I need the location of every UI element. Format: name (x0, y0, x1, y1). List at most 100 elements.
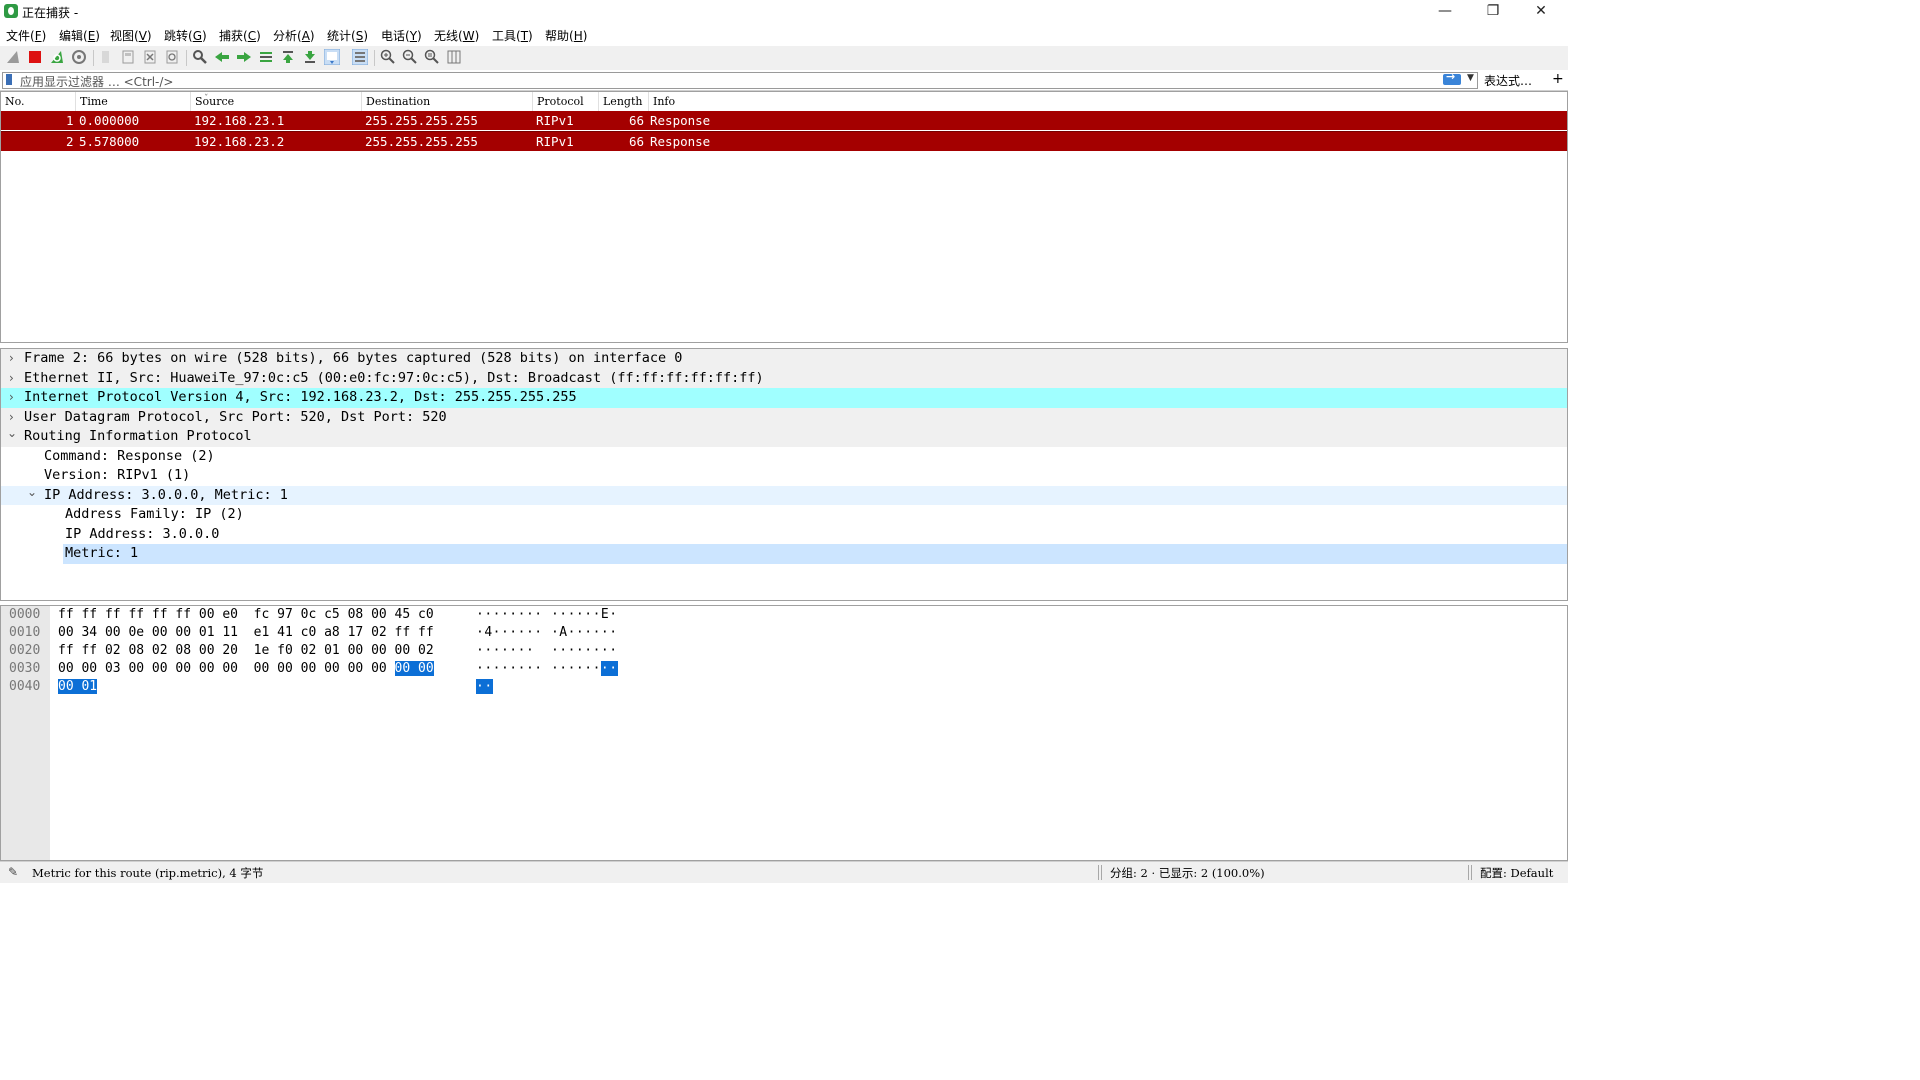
menu-go[interactable]: 跳转(G) (164, 27, 207, 44)
packet-destination: 255.255.255.255 (365, 134, 478, 149)
hex-bytes[interactable]: ff ff ff ff ff ff 00 e0 fc 97 0c c5 08 0… (58, 607, 434, 622)
go-to-packet-icon[interactable] (258, 49, 274, 65)
capture-options-icon[interactable] (71, 49, 87, 65)
packet-time: 0.000000 (79, 113, 140, 128)
packet-row-selected[interactable]: 2 5.578000 192.168.23.2 255.255.255.255 … (1, 131, 1567, 151)
menu-help[interactable]: 帮助(H) (545, 27, 587, 44)
display-filter-input[interactable]: 应用显示过滤器 … <Ctrl-/> ▼ (2, 70, 1478, 89)
go-last-icon[interactable] (302, 49, 318, 65)
hex-ascii[interactable]: ········ ······E· (476, 607, 618, 622)
hex-bytes[interactable]: 00 00 03 00 00 00 00 00 00 00 00 00 00 0… (58, 661, 434, 676)
auto-scroll-icon[interactable] (324, 49, 340, 65)
toolbar-separator (93, 50, 94, 66)
hex-offset: 0030 (9, 661, 41, 676)
restart-capture-icon[interactable] (49, 49, 65, 65)
zoom-out-icon[interactable] (402, 49, 418, 65)
zoom-reset-icon[interactable] (424, 49, 440, 65)
hex-ascii-highlight: ·· (600, 661, 618, 676)
tree-item-label: Routing Information Protocol (24, 428, 252, 444)
maximize-button[interactable]: ❐ (1470, 0, 1516, 24)
tree-item-ethernet[interactable]: › Ethernet II, Src: HuaweiTe_97:0c:c5 (0… (1, 368, 1567, 389)
status-bar: ✎ Metric for this route (rip.metric), 4 … (0, 861, 1568, 883)
display-filter-bar: 应用显示过滤器 … <Ctrl-/> ▼ 表达式… + (0, 70, 1568, 91)
wireshark-logo-icon (4, 4, 18, 18)
menu-telephony[interactable]: 电话(Y) (381, 27, 422, 44)
packet-length: 66 (629, 113, 645, 128)
packet-row[interactable]: 1 0.000000 192.168.23.1 255.255.255.255 … (1, 111, 1567, 130)
packet-details-tree[interactable]: › Frame 2: 66 bytes on wire (528 bits), … (0, 348, 1568, 601)
menu-statistics[interactable]: 统计(S) (327, 27, 368, 44)
tree-item-ip-address[interactable]: IP Address: 3.0.0.0 (1, 525, 1567, 545)
expand-chevron-icon[interactable]: › (9, 349, 14, 369)
menu-capture[interactable]: 捕获(C) (219, 27, 261, 44)
hex-ascii[interactable]: ········ ········ (476, 661, 618, 676)
hex-bytes-highlight: 00 00 (394, 661, 434, 676)
open-file-icon[interactable] (98, 49, 114, 65)
hex-bytes[interactable]: 00 01 (58, 679, 98, 694)
status-profile[interactable]: 配置: Default (1480, 865, 1553, 881)
status-packet-count: 分组: 2 · 已显示: 2 (100.0%) (1110, 866, 1265, 880)
column-header-destination[interactable]: Destination (362, 92, 533, 111)
tree-item-ip-address-entry[interactable]: ⌄ IP Address: 3.0.0.0, Metric: 1 (1, 483, 1567, 505)
add-filter-button[interactable]: + (1552, 71, 1564, 87)
packet-list[interactable]: No. Time ˇ Source Destination Protocol Le… (0, 91, 1568, 343)
hex-ascii[interactable]: ·· (476, 679, 493, 694)
minimize-button[interactable]: — (1422, 0, 1468, 24)
packet-no: 2 (66, 134, 74, 149)
apply-filter-arrow-icon[interactable] (1443, 70, 1461, 85)
zoom-in-icon[interactable] (380, 49, 396, 65)
collapse-chevron-icon[interactable]: ⌄ (7, 424, 17, 444)
menu-edit[interactable]: 编辑(E) (59, 27, 100, 44)
hex-offset: 0040 (9, 679, 41, 694)
hex-bytes[interactable]: ff ff 02 08 02 08 00 20 1e f0 02 01 00 0… (58, 643, 434, 658)
hex-bytes-highlight: 00 01 (58, 679, 98, 694)
go-first-icon[interactable] (280, 49, 296, 65)
menu-tools[interactable]: 工具(T) (492, 27, 533, 44)
resize-columns-icon[interactable] (446, 49, 462, 65)
stop-capture-icon[interactable] (27, 49, 43, 65)
status-separator (1468, 865, 1469, 880)
find-packet-icon[interactable] (192, 49, 208, 65)
expert-info-icon[interactable]: ✎ (8, 865, 18, 879)
packet-no: 1 (66, 113, 74, 128)
go-back-icon[interactable] (214, 49, 230, 65)
column-header-length[interactable]: Length (599, 92, 649, 111)
packet-time: 5.578000 (79, 134, 140, 149)
tree-item-udp[interactable]: › User Datagram Protocol, Src Port: 520,… (1, 407, 1567, 427)
expand-chevron-icon[interactable]: › (9, 369, 14, 389)
menu-file[interactable]: 文件(F) (6, 27, 46, 44)
reload-file-icon[interactable] (164, 49, 180, 65)
shark-fin-start-icon[interactable] (5, 49, 21, 65)
menu-wireless[interactable]: 无线(W) (434, 27, 479, 44)
expand-chevron-icon[interactable]: › (9, 388, 14, 408)
colorize-icon[interactable] (352, 49, 368, 65)
expression-button[interactable]: 表达式… (1484, 72, 1532, 89)
column-header-no[interactable]: No. (1, 92, 76, 111)
go-forward-icon[interactable] (236, 49, 252, 65)
bookmark-icon[interactable] (6, 74, 12, 85)
column-header-protocol[interactable]: Protocol (533, 92, 599, 111)
column-header-info[interactable]: Info (649, 92, 1567, 111)
column-header-time[interactable]: Time ˇ (76, 92, 209, 111)
menu-analyze[interactable]: 分析(A) (273, 27, 315, 44)
menu-view[interactable]: 视图(V) (110, 27, 152, 44)
tree-item-version[interactable]: Version: RIPv1 (1) (1, 466, 1567, 486)
save-file-icon[interactable] (120, 49, 136, 65)
collapse-chevron-icon[interactable]: ⌄ (27, 483, 37, 503)
close-window-button[interactable]: ✕ (1518, 0, 1564, 24)
hex-ascii[interactable]: ······· ········ (476, 643, 618, 658)
hex-bytes[interactable]: 00 34 00 0e 00 00 01 11 e1 41 c0 a8 17 0… (58, 625, 434, 640)
packet-protocol: RIPv1 (536, 134, 574, 149)
tree-item-frame[interactable]: › Frame 2: 66 bytes on wire (528 bits), … (1, 349, 1567, 369)
packet-bytes-pane[interactable]: 0000 ff ff ff ff ff ff 00 e0 fc 97 0c c5… (0, 605, 1568, 861)
hex-ascii[interactable]: ·4······ ·A······ (476, 625, 618, 640)
tree-item-metric-selected[interactable]: Metric: 1 (63, 544, 1567, 564)
column-header-source[interactable]: Source (191, 92, 362, 111)
close-file-icon[interactable] (142, 49, 158, 65)
tree-item-command[interactable]: Command: Response (2) (1, 447, 1567, 467)
tree-item-ipv4[interactable]: › Internet Protocol Version 4, Src: 192.… (1, 388, 1567, 408)
tree-item-address-family[interactable]: Address Family: IP (2) (1, 505, 1567, 525)
tree-item-rip[interactable]: ⌄ Routing Information Protocol (1, 424, 1567, 447)
filter-history-dropdown-icon[interactable]: ▼ (1467, 73, 1474, 83)
hex-offset: 0010 (9, 625, 41, 640)
